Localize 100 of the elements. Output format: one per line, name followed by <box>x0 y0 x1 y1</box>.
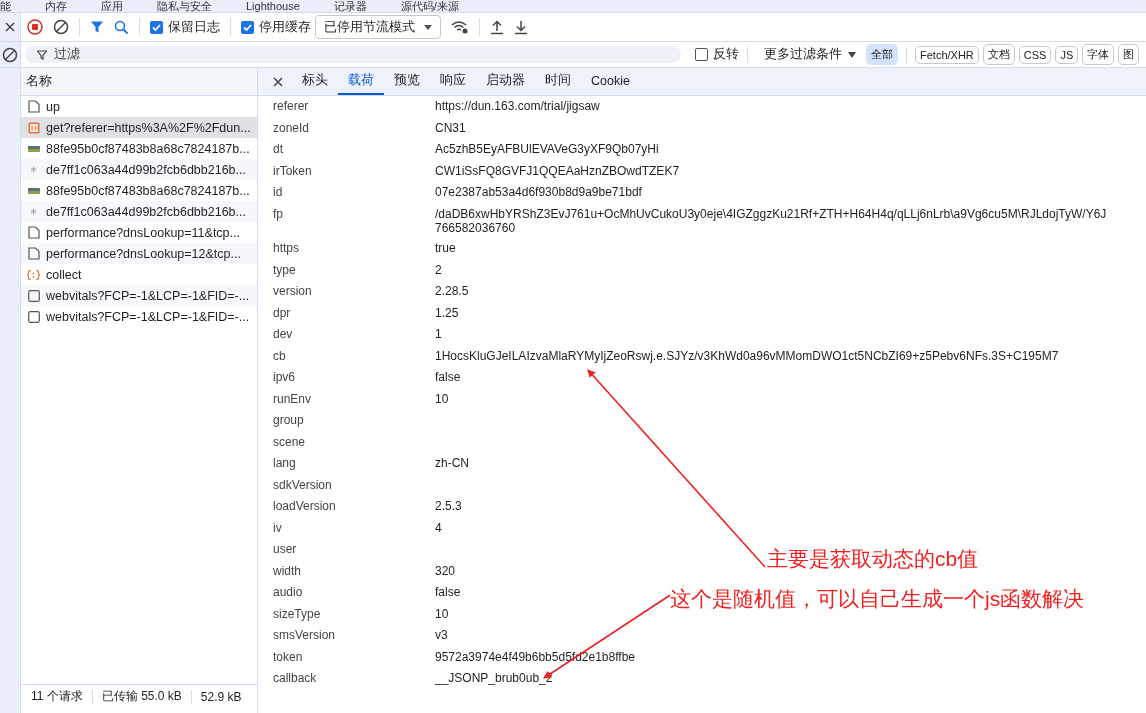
annotation-text: 主要是获取动态的cb值 <box>767 546 979 572</box>
clear-icon[interactable] <box>2 46 18 63</box>
detail-tab[interactable]: 标头 <box>292 68 338 95</box>
param-key: group <box>273 410 435 432</box>
param-value: 10 <box>435 605 449 623</box>
request-row[interactable]: performance?dnsLookup=11&tcp... <box>21 222 257 243</box>
param-key: token <box>273 646 435 668</box>
param-value: 07e2387ab53a4d6f930b8d9a9be71bdf <box>435 184 642 201</box>
param-value: true <box>435 240 456 257</box>
checkbox-option[interactable]: 停用缓存 <box>241 18 311 36</box>
param-value: /daDB6xwHbYRShZ3EvJ761u+OcMhUvCukoU3y0eje\4IGZggzKu21Rf+ZTH+H64H4q/qLLj6nLrb\a9Vg6cu5M\RJLdojTyW/Y6J <box>435 205 1107 223</box>
upload-icon[interactable] <box>490 19 504 35</box>
param-value: 2.5.3 <box>435 498 462 515</box>
param-key: dev <box>273 324 435 346</box>
throttle-dropdown[interactable]: 已停用节流模式 <box>315 15 441 39</box>
param-key: sizeType <box>273 603 435 625</box>
panel-tab[interactable]: 能 <box>0 1 11 12</box>
request-row[interactable]: webvitals?FCP=-1&LCP=-1&FID=-... <box>21 285 257 306</box>
detail-tab[interactable]: 启动器 <box>476 68 535 95</box>
detail-tab[interactable]: 预览 <box>384 68 430 95</box>
param-key: sdkVersion <box>273 474 435 496</box>
request-row[interactable]: up <box>21 96 257 117</box>
panel-tab[interactable]: 记录器 <box>333 1 367 12</box>
param-value: 766582036760 <box>435 221 517 235</box>
param-value: 1 <box>435 326 442 343</box>
script-icon <box>27 268 40 281</box>
request-row[interactable]: de7ff1c063a44d99b2fcb6dbb216b... <box>21 159 257 180</box>
param-key: loadVersion <box>273 496 435 518</box>
param-value: CN31 <box>435 119 466 137</box>
asterisk-icon <box>30 208 37 215</box>
param-key: irToken <box>273 160 435 182</box>
panel-tab[interactable]: 源代码/来源 <box>400 1 459 12</box>
request-row[interactable]: 88fe95b0cf87483b8a68c7824187b... <box>21 138 257 159</box>
param-key: dt <box>273 139 435 161</box>
filter-chip[interactable]: 文档 <box>982 44 1015 65</box>
annotation-text: 这个是随机值，可以自己生成一个js函数解决 <box>670 586 1085 612</box>
square-icon <box>27 310 40 323</box>
param-value: https://dun.163.com/trial/jigsaw <box>435 98 600 115</box>
param-key: lang <box>273 453 435 475</box>
filter-chip[interactable]: 全部 <box>866 44 898 65</box>
param-key: runEnv <box>273 388 435 410</box>
filter-icon <box>37 49 47 60</box>
request-row[interactable]: performance?dnsLookup=12&tcp... <box>21 243 257 264</box>
image-icon <box>27 145 40 152</box>
checkbox-label: 反转 <box>713 46 739 63</box>
filter-field[interactable]: 过滤 <box>25 46 681 63</box>
search-icon[interactable] <box>114 19 129 35</box>
detail-tab[interactable]: 载荷 <box>338 68 384 95</box>
close-icon[interactable] <box>4 21 16 33</box>
param-value: __JSONP_brub0ub_2 <box>435 670 553 687</box>
panel-tab[interactable]: 隐私与安全 <box>157 1 212 12</box>
download-icon[interactable] <box>514 19 528 35</box>
request-row[interactable]: webvitals?FCP=-1&LCP=-1&FID=-... <box>21 306 257 327</box>
checkbox[interactable] <box>695 48 708 61</box>
param-key: zoneId <box>273 117 435 139</box>
param-value: CW1iSsFQ8GVFJ1QQEAaHznZBOwdTZEK7 <box>435 162 680 180</box>
filter-chip[interactable]: Fetch/XHR <box>915 45 979 64</box>
param-value: v3 <box>435 627 448 644</box>
request-row[interactable]: get?referer=https%3A%2F%2Fdun... <box>21 117 257 138</box>
document-icon <box>27 100 40 113</box>
param-value: false <box>435 584 461 601</box>
checkbox-option[interactable]: 保留日志 <box>150 18 220 36</box>
document-icon <box>27 247 40 260</box>
code-file-icon <box>27 121 40 134</box>
panel-tab[interactable]: 应用 <box>101 1 123 12</box>
image-icon <box>27 187 40 194</box>
checkbox[interactable] <box>150 20 163 34</box>
invert-option[interactable]: 反转 <box>695 46 739 63</box>
filter-chip[interactable]: 字体 <box>1082 44 1115 65</box>
param-value: Ac5zhB5EyAFBUlEVAVeG3yXF9Qb07yHi <box>435 141 659 158</box>
document-icon <box>27 226 40 239</box>
panel-tab[interactable]: 内存 <box>45 1 67 12</box>
detail-tab[interactable]: 响应 <box>430 68 476 95</box>
request-row[interactable]: 88fe95b0cf87483b8a68c7824187b... <box>21 180 257 201</box>
network-conditions-icon[interactable] <box>451 20 469 34</box>
status-text: 11 个请求 <box>31 688 83 705</box>
filter-icon[interactable] <box>90 20 104 34</box>
checkbox-label: 停用缓存 <box>259 18 311 36</box>
param-value: 4 <box>435 519 442 537</box>
panel-tab[interactable]: Lighthouse <box>246 1 300 12</box>
filter-chip[interactable]: CSS <box>1018 45 1052 64</box>
asterisk-icon <box>30 166 37 173</box>
more-filters-dropdown[interactable]: 更多过滤条件 <box>764 46 856 63</box>
param-key: callback <box>273 668 435 690</box>
column-header[interactable]: 名称 <box>21 68 257 96</box>
detail-tab[interactable]: Cookie <box>581 68 640 95</box>
filter-chip[interactable]: 图 <box>1118 44 1140 65</box>
checkbox[interactable] <box>241 20 254 34</box>
close-icon[interactable] <box>272 75 284 88</box>
stop-recording-icon[interactable] <box>27 19 43 35</box>
param-value: 1.25 <box>435 304 459 322</box>
clear-icon[interactable] <box>53 19 69 35</box>
param-key: cb <box>273 345 435 367</box>
filter-chip[interactable]: JS <box>1055 45 1079 64</box>
request-row[interactable]: collect <box>21 264 257 285</box>
param-key: dpr <box>273 302 435 324</box>
param-key: scene <box>273 431 435 453</box>
request-row[interactable]: de7ff1c063a44d99b2fcb6dbb216b... <box>21 201 257 222</box>
status-text: 已传输 55.0 kB <box>101 688 182 705</box>
detail-tab[interactable]: 时间 <box>535 68 581 95</box>
